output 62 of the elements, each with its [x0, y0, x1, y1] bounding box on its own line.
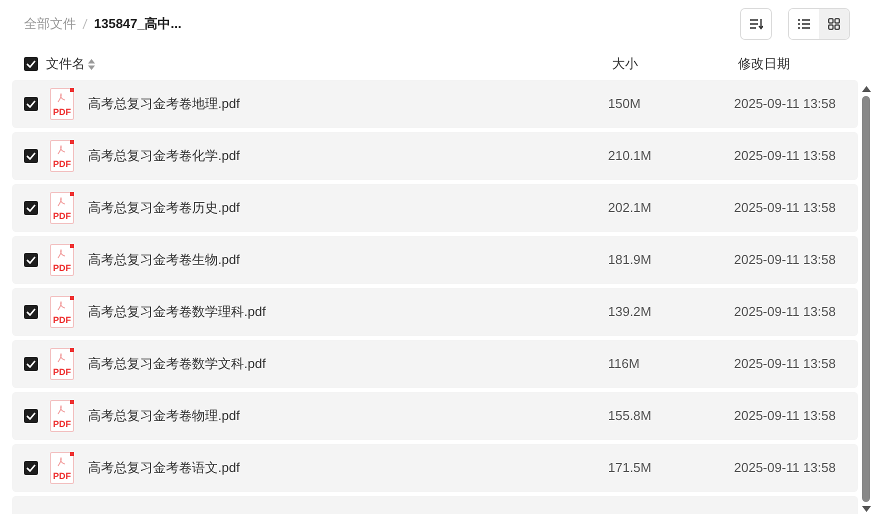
file-row[interactable]: PDF 高考总复习金考卷数学理科.pdf 139.2M 2025-09-11 13:58: [12, 288, 858, 336]
checkbox[interactable]: [24, 149, 38, 163]
file-size: 210.1M: [608, 147, 652, 166]
file-row[interactable]: PDF 高考总复习金考卷数学文科.pdf 116M 2025-09-11 13:58: [12, 340, 858, 388]
grid-icon: [828, 18, 840, 30]
modified-date: 2025-09-11 13:58: [734, 147, 837, 166]
file-name: 高考总复习金考卷历史.pdf: [88, 199, 240, 218]
column-header: 大小: [612, 55, 639, 74]
list-icon: [798, 19, 810, 29]
checkbox[interactable]: [24, 409, 38, 423]
sort-icon: [749, 18, 763, 30]
column-header: 修改日期: [738, 55, 791, 74]
pdf-file-icon: PDF: [50, 88, 74, 120]
modified-date: 2025-09-11 13:58: [734, 355, 837, 374]
file-row[interactable]: PDF 高考总复习金考卷物理.pdf 155.8M 2025-09-11 13:58: [12, 392, 858, 440]
checkbox[interactable]: [24, 357, 38, 371]
file-name: 高考总复习金考卷地理.pdf: [88, 95, 240, 114]
file-name: 高考总复习金考卷化学.pdf: [88, 147, 240, 166]
file-row[interactable]: PDF 高考总复习金考卷历史.pdf 202.1M 2025-09-11 13:58: [12, 184, 858, 232]
modified-date: 2025-09-11 13:58: [734, 303, 837, 322]
file-row[interactable]: PDF 高考总复习金考卷地理.pdf 150M 2025-09-11 13:58: [12, 80, 858, 128]
modified-date: 2025-09-11 13:58: [734, 459, 837, 478]
modified-date: 2025-09-11 13:58: [734, 251, 837, 270]
pdf-file-icon: PDF: [50, 400, 74, 432]
file-row[interactable]: PDF 高考总复习金考卷语文.pdf 171.5M 2025-09-11 13:58: [12, 444, 858, 492]
pdf-file-icon: PDF: [50, 348, 74, 380]
modified-date: 2025-09-11 13:58: [734, 95, 837, 114]
separator-icon: [82, 18, 88, 30]
checkbox[interactable]: [24, 57, 38, 71]
file-size: 202.1M: [608, 199, 652, 218]
sort-arrows-icon: [88, 58, 95, 70]
file-row[interactable]: PDF 高考总复习金考卷化学.pdf 210.1M 2025-09-11 13:58: [12, 132, 858, 180]
column-header[interactable]: 文件名: [46, 54, 85, 74]
file-size: 155.8M: [608, 407, 652, 426]
file-size: 181.9M: [608, 251, 652, 270]
pdf-file-icon: PDF: [50, 452, 74, 484]
checkbox[interactable]: [24, 97, 38, 111]
pdf-file-icon: PDF: [50, 192, 74, 224]
checkbox[interactable]: [24, 201, 38, 215]
sort-button[interactable]: [740, 8, 772, 40]
grid-view-button[interactable]: [819, 9, 849, 39]
checkbox[interactable]: [24, 305, 38, 319]
scroll-down-icon: [862, 506, 870, 512]
modified-date: 2025-09-11 13:58: [734, 407, 837, 426]
file-name: 高考总复习金考卷物理.pdf: [88, 407, 240, 426]
file-name: 高考总复习金考卷语文.pdf: [88, 459, 240, 478]
file-row[interactable]: PDF 高考总复习金考卷生物.pdf 181.9M 2025-09-11 13:58: [12, 236, 858, 284]
checkbox[interactable]: [24, 461, 38, 475]
file-size: 150M: [608, 95, 642, 114]
modified-date: 2025-09-11 13:58: [734, 199, 837, 218]
checkbox[interactable]: [24, 253, 38, 267]
file-name: 高考总复习金考卷数学文科.pdf: [88, 355, 266, 374]
breadcrumb-item: 135847_高中...: [94, 15, 182, 34]
file-size: 139.2M: [608, 303, 652, 322]
pdf-file-icon: PDF: [50, 244, 74, 276]
scroll-up-icon: [862, 86, 870, 92]
file-name: 高考总复习金考卷数学理科.pdf: [88, 303, 266, 322]
file-size: 116M: [608, 355, 641, 374]
pdf-file-icon: PDF: [50, 140, 74, 172]
file-name: 高考总复习金考卷生物.pdf: [88, 251, 240, 270]
file-size: 171.5M: [608, 459, 652, 478]
pdf-file-icon: PDF: [50, 296, 74, 328]
